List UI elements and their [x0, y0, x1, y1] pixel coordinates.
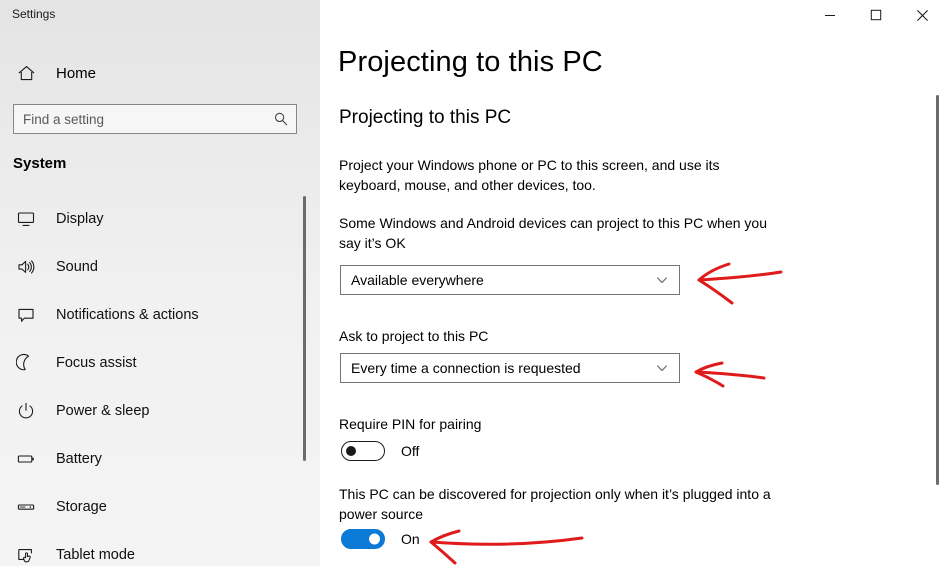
main-content: Projecting to this PC Projecting to this… [320, 0, 945, 566]
maximize-button[interactable] [853, 0, 899, 30]
availability-dropdown-value: Available everywhere [351, 272, 484, 288]
sidebar-item-home[interactable]: Home [0, 58, 300, 88]
ask-to-project-dropdown-value: Every time a connection is requested [351, 360, 581, 376]
power-icon [6, 401, 46, 421]
toggle-knob [346, 446, 356, 456]
sidebar-nav-list: Display Sound Notifications & actions Fo… [0, 195, 300, 579]
setting-label-ask-to-project: Ask to project to this PC [339, 328, 489, 344]
sidebar-item-label: Storage [56, 499, 107, 515]
sidebar-item-label: Battery [56, 451, 102, 467]
sidebar-home-label: Home [56, 64, 97, 82]
moon-icon [6, 353, 46, 373]
window-controls [807, 0, 945, 30]
power-source-toggle[interactable] [341, 529, 385, 549]
speaker-icon [6, 257, 46, 277]
require-pin-toggle[interactable] [341, 441, 385, 461]
require-pin-toggle-state: Off [401, 443, 420, 459]
tablet-hand-icon [6, 545, 46, 565]
search-input[interactable] [14, 104, 266, 134]
speech-bubble-icon [6, 305, 46, 325]
sidebar-item-label: Tablet mode [56, 547, 135, 563]
ask-to-project-dropdown[interactable]: Every time a connection is requested [340, 353, 680, 383]
sidebar-item-label: Focus assist [56, 355, 137, 371]
sidebar-section-title: System [13, 155, 67, 172]
sidebar-item-label: Power & sleep [56, 403, 150, 419]
toggle-knob [369, 533, 380, 545]
close-button[interactable] [899, 0, 945, 30]
sidebar-item-label: Notifications & actions [56, 307, 199, 323]
sidebar-item-label: Sound [56, 259, 98, 275]
battery-icon [6, 449, 46, 469]
power-source-toggle-row[interactable]: On [341, 529, 420, 549]
sidebar: Home System Display [0, 0, 320, 566]
chevron-down-icon [655, 361, 679, 375]
page-title: Projecting to this PC [338, 46, 603, 78]
search-box[interactable] [13, 104, 297, 134]
settings-window: Home System Display [0, 0, 945, 566]
setting-label-power-source: This PC can be discovered for projection… [339, 486, 771, 522]
minimize-icon [825, 15, 835, 16]
section-heading: Projecting to this PC [339, 107, 512, 128]
availability-dropdown[interactable]: Available everywhere [340, 265, 680, 295]
sidebar-item-tablet-mode[interactable]: Tablet mode [0, 531, 300, 579]
sidebar-item-display[interactable]: Display [0, 195, 300, 243]
sidebar-item-focus-assist[interactable]: Focus assist [0, 339, 300, 387]
maximize-icon [870, 9, 882, 21]
search-icon[interactable] [266, 111, 296, 127]
minimize-button[interactable] [807, 0, 853, 30]
page-description: Project your Windows phone or PC to this… [339, 157, 720, 193]
window-title: Settings [12, 7, 56, 21]
chevron-down-icon [655, 273, 679, 287]
drive-icon [6, 497, 46, 517]
sidebar-item-notifications[interactable]: Notifications & actions [0, 291, 300, 339]
require-pin-toggle-row[interactable]: Off [341, 441, 419, 461]
sidebar-item-battery[interactable]: Battery [0, 435, 300, 483]
sidebar-item-power-sleep[interactable]: Power & sleep [0, 387, 300, 435]
monitor-icon [6, 209, 46, 229]
sidebar-item-storage[interactable]: Storage [0, 483, 300, 531]
setting-label-require-pin: Require PIN for pairing [339, 416, 482, 432]
sidebar-item-sound[interactable]: Sound [0, 243, 300, 291]
sidebar-item-label: Display [56, 211, 104, 227]
setting-label-availability: Some Windows and Android devices can pro… [339, 215, 768, 251]
close-icon [916, 9, 928, 21]
home-icon [6, 64, 46, 83]
power-source-toggle-state: On [401, 531, 420, 547]
content-scrollbar[interactable] [936, 95, 939, 485]
sidebar-scrollbar[interactable] [303, 196, 306, 461]
